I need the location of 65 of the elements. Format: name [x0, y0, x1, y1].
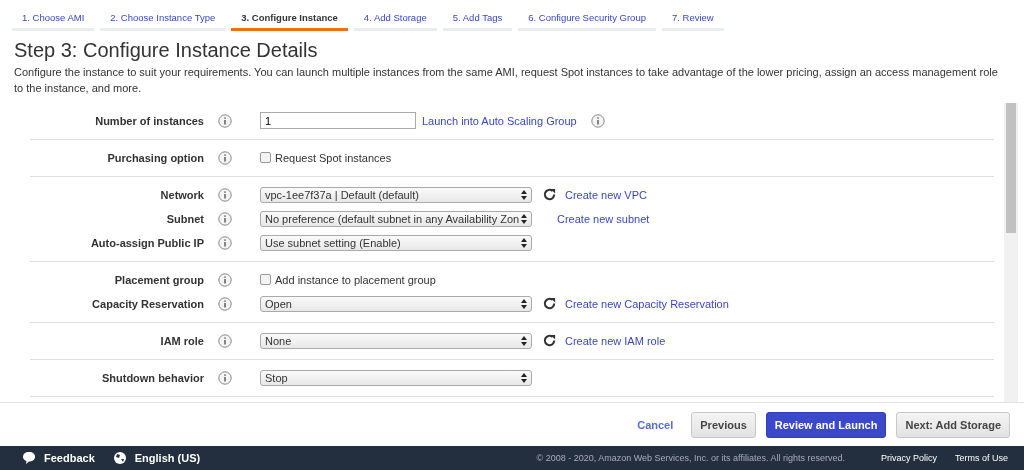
field-label: Shutdown behavior [100, 371, 204, 384]
updown-arrows-icon [521, 372, 527, 383]
form-link[interactable]: Create new Capacity Reservation [565, 297, 729, 310]
info-icon[interactable] [218, 296, 232, 311]
wizard-step-tab[interactable]: 3. Configure Instance [231, 6, 348, 31]
page-description: Configure the instance to suit your requirements. You can launch multiple instances from the same AMI, request Spot instances to take advantage of the lower pricing, assign an access management role to the instance, and more. [14, 65, 999, 96]
previous-button[interactable]: Previous [691, 411, 756, 438]
wizard-step-tab[interactable]: 4. Add Storage [353, 6, 437, 31]
field-label: Purchasing option [106, 151, 204, 164]
info-icon[interactable] [218, 211, 232, 226]
updown-arrows-icon [521, 237, 527, 248]
wizard-step-tab[interactable]: 5. Add Tags [442, 6, 513, 31]
field-label: Capacity Reservation [91, 297, 204, 310]
footer-link[interactable]: Terms of Use [955, 453, 1008, 464]
dropdown-select[interactable]: Open [260, 295, 532, 312]
checkbox-label: Add instance to placement group [275, 273, 436, 286]
updown-arrows-icon [521, 213, 527, 224]
dropdown-select[interactable]: Stop [260, 369, 532, 386]
form-link[interactable]: Create new VPC [565, 188, 647, 201]
footer-link[interactable]: Privacy Policy [880, 453, 937, 464]
updown-arrows-icon [521, 335, 527, 346]
field-label: Auto-assign Public IP [89, 236, 204, 249]
wizard-step-tab[interactable]: 6. Configure Security Group [518, 6, 656, 31]
info-icon[interactable] [218, 235, 232, 250]
field-label: Network [159, 188, 204, 201]
wizard-step-tab[interactable]: 2. Choose Instance Type [100, 6, 226, 31]
updown-arrows-icon [521, 189, 527, 200]
cancel-link[interactable]: Cancel [637, 418, 674, 431]
form-link[interactable]: Launch into Auto Scaling Group [422, 114, 577, 127]
scrollbar[interactable] [1004, 102, 1018, 403]
page-title: Step 3: Configure Instance Details [14, 39, 319, 62]
field-label: Subnet [165, 212, 204, 225]
speech-bubble-icon [22, 451, 36, 466]
updown-arrows-icon [521, 298, 527, 309]
field-label: Placement group [113, 273, 204, 286]
info-icon[interactable] [218, 272, 232, 287]
dropdown-select[interactable]: vpc-1ee7f37a | Default (default) [260, 186, 532, 203]
dropdown-select[interactable]: No preference (default subnet in any Availability Zon [260, 210, 532, 227]
checkbox[interactable] [260, 274, 271, 286]
wizard-step-tab[interactable]: 7. Review [661, 6, 724, 31]
info-icon[interactable] [590, 113, 605, 128]
refresh-icon[interactable] [542, 296, 557, 312]
feedback-link[interactable]: Feedback [44, 452, 95, 465]
checkbox-label: Request Spot instances [275, 151, 392, 164]
field-label: IAM role [159, 334, 204, 347]
field-label: Number of instances [94, 114, 204, 127]
refresh-icon[interactable] [542, 187, 557, 203]
info-icon[interactable] [218, 113, 232, 128]
refresh-icon[interactable] [542, 333, 557, 349]
dropdown-select[interactable]: Use subnet setting (Enable) [260, 234, 532, 251]
globe-icon [112, 451, 127, 466]
info-icon[interactable] [218, 333, 232, 348]
dropdown-select[interactable]: None [260, 332, 532, 349]
info-icon[interactable] [218, 150, 232, 165]
wizard-step-tab[interactable]: 1. Choose AMI [12, 6, 95, 31]
next-button[interactable]: Next: Add Storage [896, 411, 1010, 438]
language-selector[interactable]: English (US) [134, 452, 201, 465]
review-and-launch-button[interactable]: Review and Launch [765, 411, 887, 438]
form-link[interactable]: Create new subnet [557, 212, 650, 225]
form-link[interactable]: Create new IAM role [565, 334, 666, 347]
copyright-text: © 2008 - 2020, Amazon Web Services, Inc. or its affiliates. All rights reserved. [536, 453, 845, 464]
instance-count-field[interactable]: 1 [260, 112, 416, 130]
info-icon[interactable] [218, 370, 232, 385]
checkbox[interactable] [260, 152, 271, 164]
info-icon[interactable] [218, 187, 232, 202]
